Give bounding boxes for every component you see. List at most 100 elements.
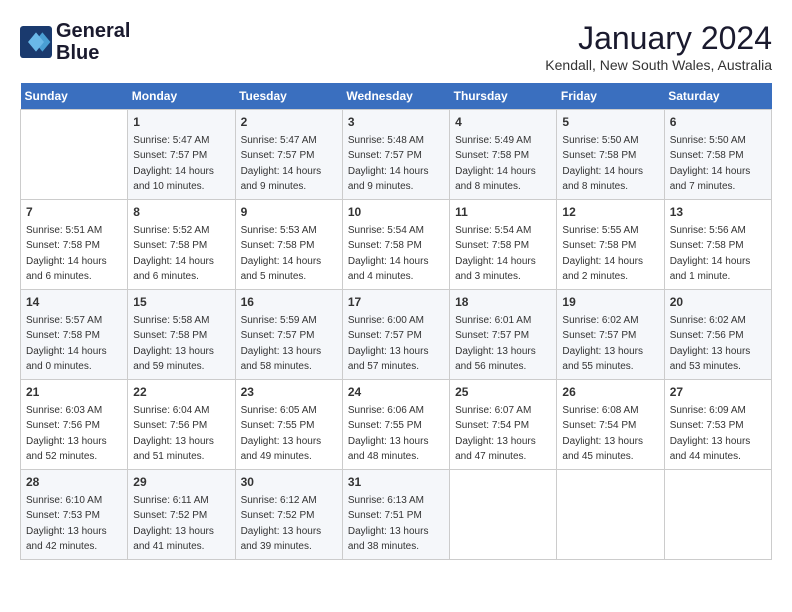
month-title: January 2024 bbox=[545, 20, 772, 57]
day-cell: 12Sunrise: 5:55 AMSunset: 7:58 PMDayligh… bbox=[557, 200, 664, 290]
day-number: 13 bbox=[670, 204, 766, 221]
day-info: Sunrise: 5:56 AMSunset: 7:58 PMDaylight:… bbox=[670, 225, 751, 283]
day-info: Sunrise: 5:59 AMSunset: 7:57 PMDaylight:… bbox=[241, 315, 322, 373]
day-cell: 8 Sunrise: 5:52 AMSunset: 7:58 PMDaylight… bbox=[128, 200, 235, 290]
day-cell: 23 Sunrise: 6:05 AMSunset: 7:55 PMDayligh… bbox=[235, 380, 342, 470]
day-cell: 21 Sunrise: 6:03 AMSunset: 7:56 PMDayligh… bbox=[21, 380, 128, 470]
day-info: Sunrise: 5:47 AMSunset: 7:57 PMDaylight:… bbox=[241, 135, 322, 193]
day-info: Sunrise: 5:54 AMSunset: 7:58 PMDaylight:… bbox=[348, 225, 429, 283]
day-info: Sunrise: 5:52 AMSunset: 7:58 PMDaylight:… bbox=[133, 225, 214, 283]
day-cell: 7Sunrise: 5:51 AMSunset: 7:58 PMDaylight… bbox=[21, 200, 128, 290]
day-cell: 13 Sunrise: 5:56 AMSunset: 7:58 PMDayligh… bbox=[664, 200, 771, 290]
day-cell: 22Sunrise: 6:04 AMSunset: 7:56 PMDayligh… bbox=[128, 380, 235, 470]
day-cell: 16 Sunrise: 5:59 AMSunset: 7:57 PMDayligh… bbox=[235, 290, 342, 380]
day-number: 5 bbox=[562, 114, 658, 131]
day-cell: 25 Sunrise: 6:07 AMSunset: 7:54 PMDayligh… bbox=[450, 380, 557, 470]
day-number: 28 bbox=[26, 474, 122, 491]
day-cell bbox=[557, 470, 664, 560]
day-cell bbox=[21, 110, 128, 200]
week-row-1: 1 Sunrise: 5:47 AMSunset: 7:57 PMDaylight… bbox=[21, 110, 772, 200]
day-number: 25 bbox=[455, 384, 551, 401]
day-number: 15 bbox=[133, 294, 229, 311]
page-header: General Blue January 2024 Kendall, New S… bbox=[20, 20, 772, 73]
day-info: Sunrise: 6:04 AMSunset: 7:56 PMDaylight:… bbox=[133, 405, 214, 463]
day-cell: 18Sunrise: 6:01 AMSunset: 7:57 PMDayligh… bbox=[450, 290, 557, 380]
day-number: 23 bbox=[241, 384, 337, 401]
day-number: 12 bbox=[562, 204, 658, 221]
day-cell: 17Sunrise: 6:00 AMSunset: 7:57 PMDayligh… bbox=[342, 290, 449, 380]
header-cell-wednesday: Wednesday bbox=[342, 83, 449, 110]
location-title: Kendall, New South Wales, Australia bbox=[545, 57, 772, 73]
day-cell: 31 Sunrise: 6:13 AMSunset: 7:51 PMDayligh… bbox=[342, 470, 449, 560]
day-cell: 3 Sunrise: 5:48 AMSunset: 7:57 PMDaylight… bbox=[342, 110, 449, 200]
day-info: Sunrise: 5:50 AMSunset: 7:58 PMDaylight:… bbox=[670, 135, 751, 193]
day-number: 29 bbox=[133, 474, 229, 491]
day-cell: 27 Sunrise: 6:09 AMSunset: 7:53 PMDayligh… bbox=[664, 380, 771, 470]
day-info: Sunrise: 6:11 AMSunset: 7:52 PMDaylight:… bbox=[133, 495, 214, 553]
week-row-4: 21 Sunrise: 6:03 AMSunset: 7:56 PMDayligh… bbox=[21, 380, 772, 470]
day-info: Sunrise: 6:09 AMSunset: 7:53 PMDaylight:… bbox=[670, 405, 751, 463]
day-number: 1 bbox=[133, 114, 229, 131]
day-info: Sunrise: 6:02 AMSunset: 7:56 PMDaylight:… bbox=[670, 315, 751, 373]
header-cell-tuesday: Tuesday bbox=[235, 83, 342, 110]
day-info: Sunrise: 6:07 AMSunset: 7:54 PMDaylight:… bbox=[455, 405, 536, 463]
day-cell: 4 Sunrise: 5:49 AMSunset: 7:58 PMDaylight… bbox=[450, 110, 557, 200]
header-cell-sunday: Sunday bbox=[21, 83, 128, 110]
day-number: 21 bbox=[26, 384, 122, 401]
day-cell: 30 Sunrise: 6:12 AMSunset: 7:52 PMDayligh… bbox=[235, 470, 342, 560]
day-number: 8 bbox=[133, 204, 229, 221]
day-cell: 11 Sunrise: 5:54 AMSunset: 7:58 PMDayligh… bbox=[450, 200, 557, 290]
day-number: 7 bbox=[26, 204, 122, 221]
day-info: Sunrise: 6:13 AMSunset: 7:51 PMDaylight:… bbox=[348, 495, 429, 553]
day-cell: 20Sunrise: 6:02 AMSunset: 7:56 PMDayligh… bbox=[664, 290, 771, 380]
title-block: January 2024 Kendall, New South Wales, A… bbox=[545, 20, 772, 73]
day-info: Sunrise: 5:48 AMSunset: 7:57 PMDaylight:… bbox=[348, 135, 429, 193]
week-row-2: 7Sunrise: 5:51 AMSunset: 7:58 PMDaylight… bbox=[21, 200, 772, 290]
day-cell: 19Sunrise: 6:02 AMSunset: 7:57 PMDayligh… bbox=[557, 290, 664, 380]
day-number: 3 bbox=[348, 114, 444, 131]
day-number: 14 bbox=[26, 294, 122, 311]
day-info: Sunrise: 5:53 AMSunset: 7:58 PMDaylight:… bbox=[241, 225, 322, 283]
day-cell: 14 Sunrise: 5:57 AMSunset: 7:58 PMDayligh… bbox=[21, 290, 128, 380]
day-cell bbox=[450, 470, 557, 560]
day-cell: 10 Sunrise: 5:54 AMSunset: 7:58 PMDayligh… bbox=[342, 200, 449, 290]
day-info: Sunrise: 5:47 AMSunset: 7:57 PMDaylight:… bbox=[133, 135, 214, 193]
day-info: Sunrise: 6:02 AMSunset: 7:57 PMDaylight:… bbox=[562, 315, 643, 373]
logo: General Blue bbox=[20, 20, 130, 64]
logo-text: General Blue bbox=[56, 20, 130, 64]
day-number: 9 bbox=[241, 204, 337, 221]
week-row-3: 14 Sunrise: 5:57 AMSunset: 7:58 PMDayligh… bbox=[21, 290, 772, 380]
day-number: 4 bbox=[455, 114, 551, 131]
header-row: SundayMondayTuesdayWednesdayThursdayFrid… bbox=[21, 83, 772, 110]
day-info: Sunrise: 6:03 AMSunset: 7:56 PMDaylight:… bbox=[26, 405, 107, 463]
day-number: 16 bbox=[241, 294, 337, 311]
day-number: 24 bbox=[348, 384, 444, 401]
day-cell: 1 Sunrise: 5:47 AMSunset: 7:57 PMDaylight… bbox=[128, 110, 235, 200]
day-cell: 28 Sunrise: 6:10 AMSunset: 7:53 PMDayligh… bbox=[21, 470, 128, 560]
day-number: 2 bbox=[241, 114, 337, 131]
calendar-table: SundayMondayTuesdayWednesdayThursdayFrid… bbox=[20, 83, 772, 560]
day-number: 10 bbox=[348, 204, 444, 221]
header-cell-monday: Monday bbox=[128, 83, 235, 110]
logo-icon bbox=[20, 26, 52, 58]
day-info: Sunrise: 5:58 AMSunset: 7:58 PMDaylight:… bbox=[133, 315, 214, 373]
day-info: Sunrise: 6:10 AMSunset: 7:53 PMDaylight:… bbox=[26, 495, 107, 553]
day-info: Sunrise: 6:08 AMSunset: 7:54 PMDaylight:… bbox=[562, 405, 643, 463]
day-info: Sunrise: 6:06 AMSunset: 7:55 PMDaylight:… bbox=[348, 405, 429, 463]
header-cell-saturday: Saturday bbox=[664, 83, 771, 110]
day-number: 11 bbox=[455, 204, 551, 221]
day-cell: 26Sunrise: 6:08 AMSunset: 7:54 PMDayligh… bbox=[557, 380, 664, 470]
day-info: Sunrise: 5:49 AMSunset: 7:58 PMDaylight:… bbox=[455, 135, 536, 193]
day-cell: 5 Sunrise: 5:50 AMSunset: 7:58 PMDaylight… bbox=[557, 110, 664, 200]
day-info: Sunrise: 6:12 AMSunset: 7:52 PMDaylight:… bbox=[241, 495, 322, 553]
day-info: Sunrise: 5:57 AMSunset: 7:58 PMDaylight:… bbox=[26, 315, 107, 373]
week-row-5: 28 Sunrise: 6:10 AMSunset: 7:53 PMDayligh… bbox=[21, 470, 772, 560]
day-info: Sunrise: 6:05 AMSunset: 7:55 PMDaylight:… bbox=[241, 405, 322, 463]
day-number: 31 bbox=[348, 474, 444, 491]
day-info: Sunrise: 5:50 AMSunset: 7:58 PMDaylight:… bbox=[562, 135, 643, 193]
day-cell: 15 Sunrise: 5:58 AMSunset: 7:58 PMDayligh… bbox=[128, 290, 235, 380]
day-number: 27 bbox=[670, 384, 766, 401]
header-cell-friday: Friday bbox=[557, 83, 664, 110]
day-info: Sunrise: 5:54 AMSunset: 7:58 PMDaylight:… bbox=[455, 225, 536, 283]
day-number: 30 bbox=[241, 474, 337, 491]
